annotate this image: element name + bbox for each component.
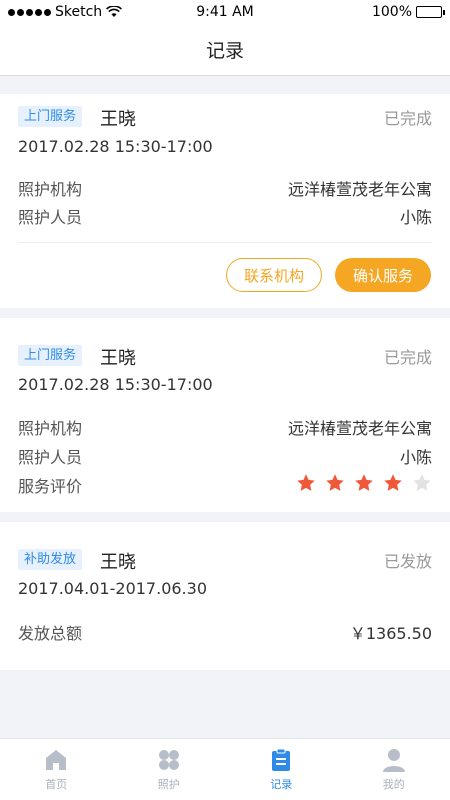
record-card[interactable]: 上门服务 王晓 已完成 2017.02.28 15:30-17:00 照护机构 … [0,94,450,308]
care-icon [158,750,179,770]
client-name: 王晓 [100,348,136,369]
client-name: 王晓 [100,109,136,130]
amount-row: 发放总额 ￥1365.50 [18,620,432,644]
star-filled-icon [384,474,402,491]
tab-label: 记录 [270,778,293,791]
service-period: 2017.04.01-2017.06.30 [18,579,207,598]
org-label: 照护机构 [18,419,83,438]
service-time: 2017.02.28 15:30-17:00 [18,137,213,156]
staff-row: 照护人员 小陈 [18,204,432,228]
divider [18,242,432,243]
org-label: 照护机构 [18,180,83,199]
tab-care[interactable]: 照护 [113,739,226,800]
amount-value: ￥1365.50 [349,624,432,643]
status-badge: 已完成 [383,348,432,367]
service-type-tag: 补助发放 [18,549,83,570]
client-name: 王晓 [100,552,136,573]
status-bar: Sketch 9:41 AM 100% [0,0,450,26]
battery-percent: 100% [371,4,412,20]
status-badge: 已完成 [383,109,432,128]
star-filled-icon [355,474,373,491]
rating-row: 服务评价 [18,473,432,497]
service-time: 2017.02.28 15:30-17:00 [18,375,213,394]
amount-label: 发放总额 [18,624,83,643]
battery-icon [416,6,445,18]
records-icon [272,748,291,771]
page-title: 记录 [205,40,244,62]
staff-row: 照护人员 小陈 [18,444,432,468]
tab-label: 首页 [45,778,68,791]
rating-label: 服务评价 [18,477,83,496]
battery-status: 100% [371,4,445,20]
profile-icon [382,749,405,772]
org-row: 照护机构 远洋椿萱茂老年公寓 [18,415,432,439]
tab-records[interactable]: 记录 [225,739,338,800]
tab-home[interactable]: 首页 [0,739,113,800]
org-value: 远洋椿萱茂老年公寓 [287,419,432,438]
tab-bar: 首页 照护 记录 我的 [0,738,450,800]
rating-stars [296,473,432,497]
nav-bar: 记录 [0,26,450,76]
tab-label: 照护 [157,778,180,791]
org-value: 远洋椿萱茂老年公寓 [287,180,432,199]
contact-org-button[interactable]: 联系机构 [226,258,322,292]
service-type-tag: 上门服务 [18,345,83,366]
home-icon [46,750,67,770]
star-filled-icon [297,474,315,491]
record-card[interactable]: 补助发放 王晓 已发放 2017.04.01-2017.06.30 发放总额 ￥… [0,522,450,670]
staff-value: 小陈 [399,208,432,227]
staff-label: 照护人员 [18,208,83,227]
record-card[interactable]: 上门服务 王晓 已完成 2017.02.28 15:30-17:00 照护机构 … [0,318,450,512]
status-badge: 已发放 [383,552,432,571]
staff-label: 照护人员 [18,448,83,467]
service-type-tag: 上门服务 [18,106,83,127]
confirm-service-button[interactable]: 确认服务 [335,258,431,292]
star-filled-icon [326,474,344,491]
staff-value: 小陈 [399,448,432,467]
org-row: 照护机构 远洋椿萱茂老年公寓 [18,176,432,200]
tab-label: 我的 [382,778,405,791]
star-empty-icon [413,474,431,491]
tab-profile[interactable]: 我的 [338,739,450,800]
